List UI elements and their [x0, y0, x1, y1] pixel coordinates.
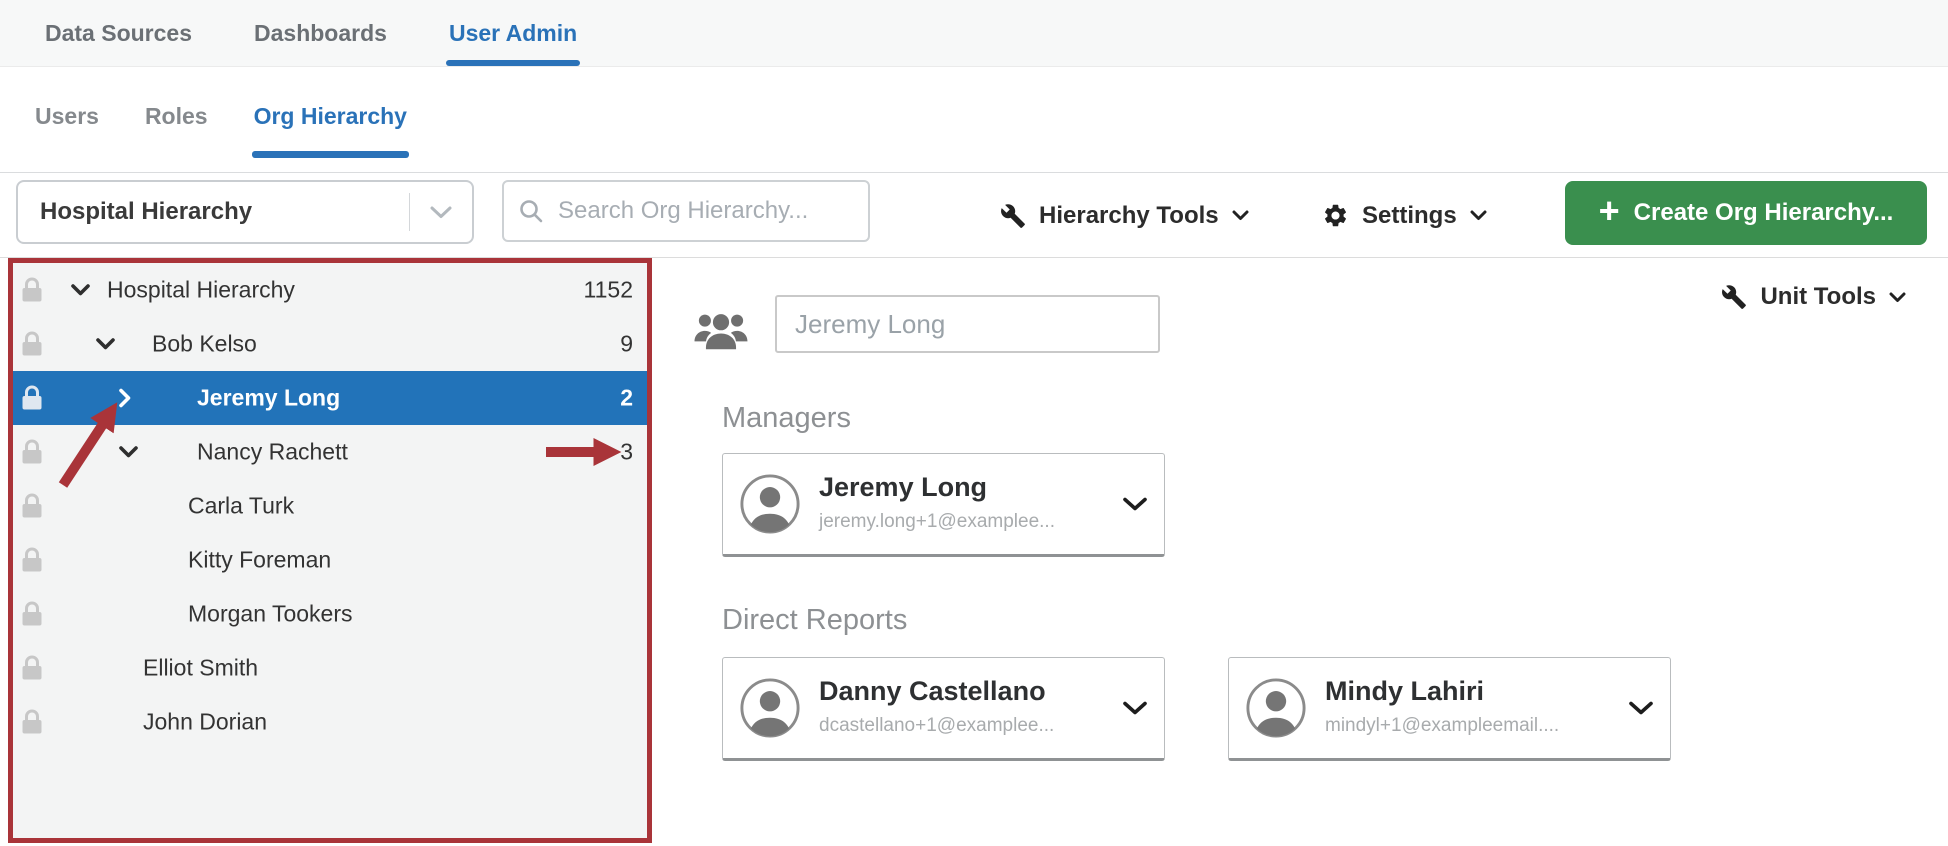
chevron-down-icon[interactable] [118, 445, 139, 459]
wrench-icon [1721, 284, 1747, 310]
org-hierarchy-search [502, 180, 870, 242]
direct-reports-card-list: Danny Castellano dcastellano+1@examplee..… [722, 657, 1922, 767]
subordinate-count: 9 [620, 331, 633, 358]
create-org-hierarchy-label: Create Org Hierarchy... [1634, 199, 1894, 227]
secondary-tab-roles[interactable]: Roles [143, 83, 210, 156]
gear-icon [1322, 202, 1349, 229]
tree-item-carla-turk[interactable]: Carla Turk [13, 479, 647, 533]
tree-item-label: Morgan Tookers [188, 601, 353, 628]
person-name: Danny Castellano [819, 676, 1046, 707]
tree-item-elliot-smith[interactable]: Elliot Smith [13, 641, 647, 695]
chevron-down-icon [1232, 210, 1249, 221]
lock-icon[interactable] [19, 599, 45, 629]
primary-tab-user-admin[interactable]: User Admin [449, 0, 577, 66]
tree-item-bob-kelso[interactable]: Bob Kelso 9 [13, 317, 647, 371]
lock-icon[interactable] [19, 653, 45, 683]
tree-item-nancy-rachett[interactable]: Nancy Rachett 3 [13, 425, 647, 479]
chevron-down-icon[interactable] [95, 337, 116, 351]
person-name: Mindy Lahiri [1325, 676, 1484, 707]
person-name: Jeremy Long [819, 472, 987, 503]
tree-item-label: Elliot Smith [143, 655, 258, 682]
lock-icon[interactable] [19, 275, 45, 305]
primary-nav: Data Sources Dashboards User Admin [0, 0, 1948, 67]
unit-detail-panel: Unit Tools Managers Jeremy Long jeremy.lo… [660, 259, 1948, 846]
tree-item-label: Carla Turk [188, 493, 294, 520]
toolbar: Hospital Hierarchy Hierarchy Tools [0, 173, 1948, 258]
wrench-icon [1000, 203, 1026, 229]
chevron-down-icon [1889, 292, 1906, 303]
hierarchy-select-value: Hospital Hierarchy [40, 198, 409, 226]
tree-item-jeremy-long[interactable]: Jeremy Long 2 [13, 371, 647, 425]
subordinate-count: 1152 [584, 277, 633, 304]
lock-icon[interactable] [19, 329, 45, 359]
chevron-down-icon[interactable] [1122, 497, 1148, 512]
tree-item-morgan-tookers[interactable]: Morgan Tookers [13, 587, 647, 641]
direct-report-card-mindy-lahiri[interactable]: Mindy Lahiri mindyl+1@exampleemail.... [1228, 657, 1671, 761]
chevron-down-icon [1470, 210, 1487, 221]
unit-tools-menu[interactable]: Unit Tools [1721, 283, 1906, 311]
chevron-down-icon[interactable] [410, 205, 472, 220]
unit-name-input[interactable] [775, 295, 1160, 353]
chevron-down-icon[interactable] [1628, 701, 1654, 716]
lock-icon[interactable] [19, 707, 45, 737]
lock-icon[interactable] [19, 545, 45, 575]
direct-reports-heading: Direct Reports [722, 604, 907, 637]
tree-item-label: Kitty Foreman [188, 547, 331, 574]
org-tree: Hospital Hierarchy 1152 Bob Kelso 9 Jeremy L… [13, 263, 647, 838]
subordinate-count: 3 [620, 439, 633, 466]
secondary-tab-users[interactable]: Users [33, 83, 101, 156]
chevron-right-icon[interactable] [118, 388, 132, 409]
plus-icon: + [1599, 193, 1620, 229]
person-email: dcastellano+1@examplee... [819, 715, 1054, 737]
hierarchy-select[interactable]: Hospital Hierarchy [16, 180, 474, 244]
lock-icon[interactable] [19, 383, 45, 413]
subordinate-count: 2 [620, 385, 633, 412]
avatar [739, 677, 801, 739]
create-org-hierarchy-button[interactable]: + Create Org Hierarchy... [1565, 181, 1927, 245]
primary-tab-dashboards[interactable]: Dashboards [254, 0, 387, 66]
tree-item-label: Jeremy Long [197, 385, 340, 412]
tree-item-label: Nancy Rachett [197, 439, 348, 466]
app-window: Data Sources Dashboards User Admin Users Ro… [0, 0, 1948, 846]
tree-item-label: Bob Kelso [152, 331, 257, 358]
tree-item-kitty-foreman[interactable]: Kitty Foreman [13, 533, 647, 587]
org-hierarchy-tree-panel: Hospital Hierarchy 1152 Bob Kelso 9 Jeremy L… [8, 258, 652, 843]
secondary-nav: Users Roles Org Hierarchy [0, 67, 1948, 173]
hierarchy-tools-menu[interactable]: Hierarchy Tools [1000, 173, 1249, 258]
tree-item-hospital-hierarchy[interactable]: Hospital Hierarchy 1152 [13, 263, 647, 317]
managers-card-list: Jeremy Long jeremy.long+1@examplee... [722, 453, 1822, 563]
lock-icon[interactable] [19, 437, 45, 467]
person-email: mindyl+1@exampleemail.... [1325, 715, 1559, 737]
tree-item-john-dorian[interactable]: John Dorian [13, 695, 647, 749]
person-email: jeremy.long+1@examplee... [819, 511, 1055, 533]
tree-item-label: John Dorian [143, 709, 267, 736]
search-icon [518, 198, 544, 224]
avatar [1245, 677, 1307, 739]
direct-report-card-danny-castellano[interactable]: Danny Castellano dcastellano+1@examplee..… [722, 657, 1165, 761]
settings-label: Settings [1362, 202, 1457, 230]
chevron-down-icon[interactable] [70, 283, 91, 297]
settings-menu[interactable]: Settings [1322, 173, 1487, 258]
lock-icon[interactable] [19, 491, 45, 521]
avatar [739, 473, 801, 535]
tree-item-label: Hospital Hierarchy [107, 277, 295, 304]
manager-card-jeremy-long[interactable]: Jeremy Long jeremy.long+1@examplee... [722, 453, 1165, 557]
unit-tools-label: Unit Tools [1760, 283, 1876, 311]
search-input[interactable] [556, 196, 854, 226]
hierarchy-tools-label: Hierarchy Tools [1039, 202, 1219, 230]
secondary-tab-org-hierarchy[interactable]: Org Hierarchy [252, 83, 409, 156]
primary-tab-data-sources[interactable]: Data Sources [45, 0, 192, 66]
org-unit-group-icon [694, 307, 748, 353]
chevron-down-icon[interactable] [1122, 701, 1148, 716]
managers-heading: Managers [722, 402, 851, 435]
